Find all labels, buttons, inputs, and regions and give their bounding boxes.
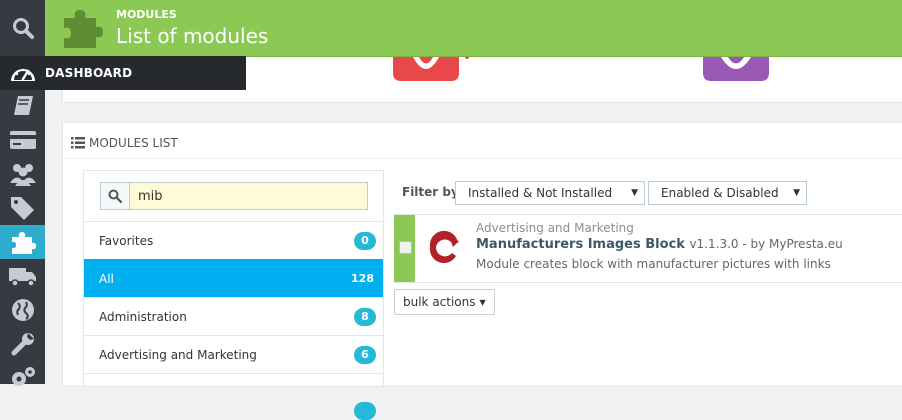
sidebar-item-payments[interactable] bbox=[0, 123, 45, 157]
sidebar-item-shipping[interactable] bbox=[0, 259, 45, 293]
category-label: Administration bbox=[99, 309, 187, 324]
dashboard-label: DASHBOARD bbox=[45, 66, 133, 80]
category-item-administration[interactable]: Administration 8 bbox=[84, 297, 383, 335]
page-title: List of modules bbox=[116, 24, 269, 48]
module-category: Advertising and Marketing bbox=[476, 221, 634, 235]
orders-icon bbox=[13, 96, 33, 115]
module-name: Manufacturers Images Block v1.1.3.0 - by… bbox=[476, 237, 843, 252]
panel-heading: MODULES LIST bbox=[71, 133, 178, 153]
caret-down-icon: ▼ bbox=[479, 297, 486, 307]
panel-heading-text: MODULES LIST bbox=[89, 136, 178, 150]
cogs-icon bbox=[11, 367, 35, 386]
category-item-all[interactable]: All 128 bbox=[84, 259, 383, 297]
category-item-next[interactable] bbox=[84, 373, 383, 420]
install-status-select[interactable]: Installed & Not Installed ▼ bbox=[455, 181, 645, 205]
module-title: Manufacturers Images Block bbox=[476, 237, 685, 252]
count-badge: 6 bbox=[354, 345, 376, 364]
module-logo bbox=[427, 230, 461, 264]
module-version: v1.1.3.0 - by MyPresta.eu bbox=[689, 237, 843, 251]
module-description: Module creates block with manufacturer p… bbox=[476, 257, 831, 271]
wrench-icon bbox=[11, 333, 34, 356]
select-value: Enabled & Disabled bbox=[661, 186, 779, 200]
count-badge: 0 bbox=[354, 231, 376, 250]
page-header: MODULES List of modules bbox=[45, 0, 902, 57]
count-badge bbox=[354, 401, 376, 420]
list-icon bbox=[71, 137, 85, 149]
divider bbox=[63, 158, 902, 159]
category-label: Advertising and Marketing bbox=[99, 347, 257, 362]
search-icon bbox=[108, 189, 122, 203]
sidebar-item-search[interactable] bbox=[0, 11, 45, 45]
puzzle-icon bbox=[64, 10, 103, 48]
sidebar-item-catalog[interactable] bbox=[0, 191, 45, 225]
enabled-status-select[interactable]: Enabled & Disabled ▼ bbox=[648, 181, 807, 205]
category-label: Favorites bbox=[99, 233, 154, 248]
category-label: All bbox=[99, 271, 114, 286]
bulk-actions-button[interactable]: bulk actions ▼ bbox=[394, 289, 495, 315]
puzzle-icon bbox=[11, 232, 36, 254]
breadcrumb[interactable]: MODULES bbox=[116, 8, 177, 21]
modules-list-panel: MODULES LIST Favorites 0 All 128 Adm bbox=[62, 122, 902, 420]
module-row: Advertising and Marketing Manufacturers … bbox=[394, 214, 902, 283]
search-addon bbox=[101, 183, 130, 209]
module-checkbox[interactable] bbox=[399, 241, 412, 254]
count-badge: 8 bbox=[354, 307, 376, 326]
sidebar-item-modules[interactable] bbox=[0, 225, 45, 259]
search-input[interactable] bbox=[130, 183, 367, 209]
sidebar-item-localization[interactable] bbox=[0, 293, 45, 327]
search-icon bbox=[12, 18, 34, 39]
sidebar-item-orders[interactable] bbox=[0, 89, 45, 123]
category-items: Favorites 0 All 128 Administration 8 Adv… bbox=[84, 221, 383, 420]
caret-down-icon: ▼ bbox=[631, 188, 638, 198]
sidebar-item-preferences[interactable] bbox=[0, 327, 45, 361]
sidebar-item-customers[interactable] bbox=[0, 157, 45, 191]
globe-icon bbox=[11, 299, 34, 321]
sidebar-item-dashboard[interactable]: DASHBOARD bbox=[0, 56, 246, 90]
bulk-actions-label: bulk actions bbox=[403, 295, 476, 309]
credit-card-icon bbox=[9, 131, 36, 149]
count-badge: 128 bbox=[351, 272, 374, 285]
filter-label: Filter by bbox=[402, 185, 459, 199]
select-value: Installed & Not Installed bbox=[468, 186, 613, 200]
tags-icon bbox=[10, 197, 34, 220]
truck-icon bbox=[8, 268, 36, 287]
sidebar-item-advanced[interactable] bbox=[0, 361, 45, 395]
module-search bbox=[100, 182, 368, 210]
dashboard-icon bbox=[10, 68, 35, 81]
category-list: Favorites 0 All 128 Administration 8 Adv… bbox=[83, 170, 384, 420]
module-logo-purple bbox=[703, 57, 769, 81]
category-item-advertising[interactable]: Advertising and Marketing 6 bbox=[84, 335, 383, 373]
caret-down-icon: ▼ bbox=[793, 188, 800, 198]
category-item-favorites[interactable]: Favorites 0 bbox=[84, 221, 383, 259]
customers-icon bbox=[9, 164, 36, 186]
module-logo-red bbox=[393, 57, 469, 81]
